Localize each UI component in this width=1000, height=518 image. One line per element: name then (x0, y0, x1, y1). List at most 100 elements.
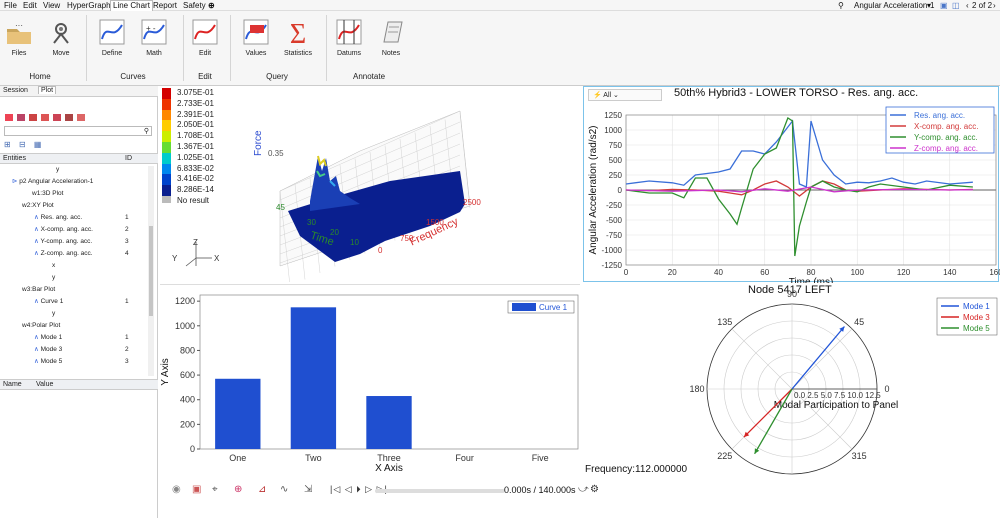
entities-label: Entities (3, 155, 26, 162)
menu-edit[interactable]: Edit (23, 1, 37, 10)
move-label: Move (52, 50, 70, 57)
x-tick-label: 40 (714, 268, 723, 277)
tree-item-label: p2 Angular Acceleration-1 (19, 178, 94, 185)
tab-session[interactable]: Session (3, 87, 28, 94)
zoom-icon[interactable]: ⊕ (234, 484, 242, 495)
entity-search-input[interactable]: ⚲ (4, 126, 152, 136)
timeline-slider[interactable] (375, 489, 505, 493)
menu-view[interactable]: View (43, 1, 60, 10)
tree-item[interactable]: ⊳ p2 Angular Acceleration-1 (12, 178, 93, 186)
math-button[interactable]: + - Math (139, 17, 169, 57)
tree-item-label: y (52, 310, 56, 317)
files-button[interactable]: ··· Files (4, 17, 34, 57)
tree-item[interactable]: y (56, 166, 59, 174)
camera-icon[interactable]: ▣ (192, 484, 201, 495)
angle-label: 180 (689, 384, 704, 394)
tree-item-label: Mode 1 (40, 334, 63, 341)
bar[interactable] (366, 396, 412, 449)
menu-safety[interactable]: Safety (183, 1, 206, 10)
time-tick-20: 20 (330, 228, 339, 237)
legend-entry: Mode 1 (963, 302, 990, 311)
y-tick-label: 600 (180, 370, 195, 380)
tree-item[interactable]: y (52, 274, 55, 282)
tree-item[interactable]: ∧ Res. ang. acc. (34, 214, 82, 222)
tree-item[interactable]: ∧ Y-comp. ang. acc. (34, 238, 92, 246)
tree-item[interactable]: y (52, 310, 55, 318)
statistics-button[interactable]: Σ Statistics (283, 17, 313, 57)
legend-entry: Mode 5 (963, 324, 990, 333)
entity-toolbar (4, 113, 94, 123)
ribbon-divider (183, 15, 184, 81)
freq-tick-1500: 1500 (426, 218, 444, 227)
animation-curve-icon[interactable]: ⤻ (578, 484, 589, 495)
xy-chart: 020406080100120140160125010007505002500-… (588, 106, 1000, 283)
tree-scrollbar[interactable] (148, 166, 154, 376)
page-selector[interactable]: Angular Acceleration-1 (854, 1, 935, 10)
layout-icon[interactable]: ▣ (940, 1, 948, 10)
menu-report[interactable]: Report (153, 1, 177, 10)
values-button[interactable]: Values (241, 17, 271, 57)
plot-3d-window[interactable]: 3.075E-01 2.733E-01 2.391E-01 2.050E-01 1.70… (160, 86, 580, 282)
sigma-icon: Σ (290, 19, 306, 47)
toolbar-icons[interactable] (4, 113, 94, 123)
x-tick-label: Two (305, 453, 322, 463)
svg-text:Σ: Σ (290, 19, 306, 47)
view-icon[interactable]: ◉ (172, 484, 181, 495)
curve-icon[interactable]: ∿ (280, 484, 288, 495)
legend-entry: Mode 3 (963, 313, 990, 322)
datums-button[interactable]: Datums (334, 17, 364, 57)
files-icon: ··· (7, 21, 31, 44)
bar-plot-window[interactable]: 0 200 400 600 800 1000 1200 One Two Three Four Five… (160, 284, 580, 480)
edit-button[interactable]: Edit (190, 17, 220, 57)
prev-page-icon[interactable]: ‹ (966, 1, 969, 10)
bar[interactable] (290, 307, 337, 449)
x-axis-label: X Axis (375, 463, 403, 474)
tree-item[interactable]: w2:XY Plot (22, 202, 54, 210)
tree-item[interactable]: ∧ Mode 5 (34, 358, 62, 366)
tree-item[interactable]: x (52, 262, 55, 270)
tree-item-label: Z-comp. ang. acc. (40, 250, 93, 257)
add-tab-icon[interactable]: ⊕ (208, 1, 215, 10)
x-tick-label: 140 (943, 268, 957, 277)
menu-file[interactable]: File (4, 1, 17, 10)
x-axis-label: Time (ms) (789, 277, 834, 283)
x-tick-label: One (229, 453, 246, 463)
tree-item[interactable]: ∧ Z-comp. ang. acc. (34, 250, 93, 258)
plot-icon[interactable]: ⊿ (258, 484, 266, 495)
move-button[interactable]: Move (46, 17, 76, 57)
page-icon[interactable]: ◫ (952, 1, 960, 10)
define-button[interactable]: Define (97, 17, 127, 57)
polar-plot-window[interactable]: Node 5417 LEFT 904503152702251801350.0 2… (583, 284, 999, 480)
settings-gear-icon[interactable]: ⚙ (590, 484, 599, 495)
filter-icon[interactable]: ▦ (34, 140, 42, 149)
xy-plot-window[interactable]: ⚡ All ⌄ 50th% Hybrid3 - LOWER TORSO - Re… (583, 86, 1000, 283)
y-tick-label: 1250 (604, 111, 622, 120)
tree-item[interactable]: w3:Bar Plot (22, 286, 55, 294)
menu-hypergraph[interactable]: HyperGraph (67, 1, 111, 10)
force-axis-label: Force (253, 130, 264, 156)
x-tick-label: Three (377, 453, 401, 463)
collapse-icon[interactable]: ⊟ (19, 140, 26, 149)
tree-item[interactable]: w1:3D Plot (32, 190, 63, 198)
tree-item[interactable]: w4:Polar Plot (22, 322, 60, 330)
notes-button[interactable]: Notes (376, 17, 406, 57)
tree-item[interactable]: ∧ Mode 1 (34, 334, 62, 342)
ribbon-divider (326, 15, 327, 81)
measure-icon[interactable]: ⌖ (212, 484, 218, 495)
filter-toolbar: ⊞ ⊟ ▦ (4, 140, 44, 150)
value-column: Value (36, 381, 54, 388)
ribbon: ··· Files Move Define + - Math Edit Valu… (0, 11, 1000, 86)
export-icon[interactable]: ⇲ (304, 484, 312, 495)
bar[interactable] (215, 378, 261, 449)
tree-item[interactable]: ∧ Curve 1 (34, 298, 63, 306)
expand-icon[interactable]: ⊞ (4, 140, 11, 149)
next-page-icon[interactable]: › (993, 1, 996, 10)
page-dropdown-icon[interactable]: ▾ (927, 1, 931, 10)
mode-vector-0[interactable] (791, 326, 845, 390)
tab-plot[interactable]: Plot (38, 86, 57, 94)
search-icon[interactable]: ⚲ (838, 1, 844, 10)
tree-item[interactable]: ∧ X-comp. ang. acc. (34, 226, 93, 234)
properties-header: Name Value (0, 379, 158, 390)
menu-line-chart[interactable]: Line Chart (110, 0, 153, 11)
tree-item[interactable]: ∧ Mode 3 (34, 346, 62, 354)
